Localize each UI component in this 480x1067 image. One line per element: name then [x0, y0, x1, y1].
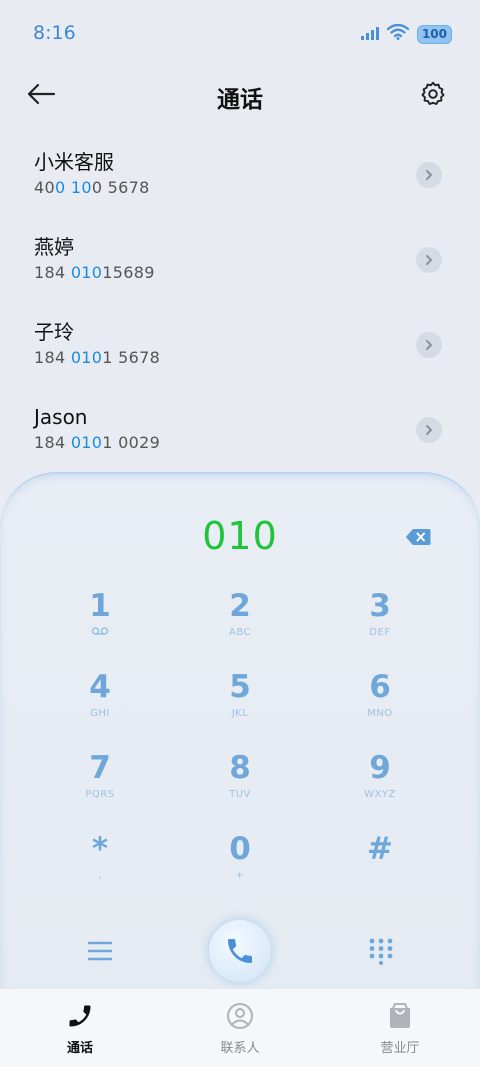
key-hash[interactable]: #	[310, 825, 450, 906]
key-4[interactable]: 4 GHI	[30, 663, 170, 744]
nav-tab-label: 通话	[66, 1041, 93, 1056]
nav-tab-label: 营业厅	[380, 1041, 420, 1056]
contact-detail-button[interactable]	[416, 162, 442, 188]
backspace-button[interactable]	[404, 526, 432, 548]
key-9[interactable]: 9 WXYZ	[310, 744, 450, 825]
nav-tab-calls[interactable]: 通话	[0, 989, 160, 1067]
dial-panel: 010 1 2 ABC 3 DEF 4 GHI 5 JKL 6 MNO 7 PQ…	[0, 472, 480, 992]
contact-list: 小米客服 400 100 5678 燕婷 184 01015689 子玲 184…	[0, 134, 480, 474]
key-6[interactable]: 6 MNO	[310, 663, 450, 744]
phone-icon	[65, 1001, 95, 1031]
key-8[interactable]: 8 TUV	[170, 744, 310, 825]
contact-name: 燕婷	[34, 235, 74, 259]
menu-icon	[87, 941, 113, 961]
chevron-right-icon	[426, 255, 432, 265]
contact-detail-button[interactable]	[416, 417, 442, 443]
key-7[interactable]: 7 PQRS	[30, 744, 170, 825]
settings-button[interactable]	[418, 78, 448, 110]
nav-tab-service-hall[interactable]: 营业厅	[320, 989, 480, 1067]
contact-number: 184 01015689	[34, 263, 155, 282]
signal-icon	[360, 25, 379, 44]
key-5[interactable]: 5 JKL	[170, 663, 310, 744]
contact-row[interactable]: 燕婷 184 01015689	[0, 219, 480, 304]
header: 通话	[0, 66, 480, 122]
shopping-bag-icon	[385, 1001, 415, 1031]
contact-number: 184 0101 0029	[34, 433, 161, 452]
call-button[interactable]	[209, 920, 271, 982]
nav-tab-contacts[interactable]: 联系人	[160, 989, 320, 1067]
contact-detail-button[interactable]	[416, 247, 442, 273]
chevron-right-icon	[426, 340, 432, 350]
status-time: 8:16	[33, 22, 76, 44]
bottom-nav: 通话 联系人 营业厅	[0, 989, 480, 1067]
contact-person-icon	[225, 1001, 255, 1031]
status-icons: 100	[360, 23, 452, 44]
dial-actions	[0, 918, 480, 984]
menu-button[interactable]	[85, 936, 115, 966]
contact-name: Jason	[34, 405, 88, 429]
key-3[interactable]: 3 DEF	[310, 582, 450, 663]
phone-icon	[228, 939, 252, 963]
key-2[interactable]: 2 ABC	[170, 582, 310, 663]
contact-row[interactable]: 子玲 184 0101 5678	[0, 304, 480, 389]
key-0[interactable]: 0 +	[170, 825, 310, 906]
contact-name: 子玲	[34, 320, 74, 344]
voicemail-icon	[30, 626, 170, 641]
gear-icon	[421, 81, 445, 105]
contact-detail-button[interactable]	[416, 332, 442, 358]
battery-indicator: 100	[416, 24, 452, 44]
wifi-icon	[386, 23, 410, 44]
contact-row[interactable]: 小米客服 400 100 5678	[0, 134, 480, 219]
contact-number: 400 100 5678	[34, 178, 150, 197]
keypad: 1 2 ABC 3 DEF 4 GHI 5 JKL 6 MNO 7 PQRS 8…	[30, 582, 450, 906]
chevron-right-icon	[426, 425, 432, 435]
key-1[interactable]: 1	[30, 582, 170, 663]
nav-tab-label: 联系人	[220, 1041, 260, 1056]
page-title: 通话	[217, 87, 263, 113]
contact-row[interactable]: Jason 184 0101 0029	[0, 389, 480, 474]
chevron-right-icon	[426, 170, 432, 180]
key-star[interactable]: * ,	[30, 825, 170, 906]
backspace-icon	[405, 529, 431, 545]
status-bar: 8:16 100	[0, 0, 480, 66]
contact-name: 小米客服	[34, 150, 114, 174]
keypad-toggle-button[interactable]	[366, 936, 396, 966]
dialpad-icon	[369, 938, 393, 965]
contact-number: 184 0101 5678	[34, 348, 161, 367]
